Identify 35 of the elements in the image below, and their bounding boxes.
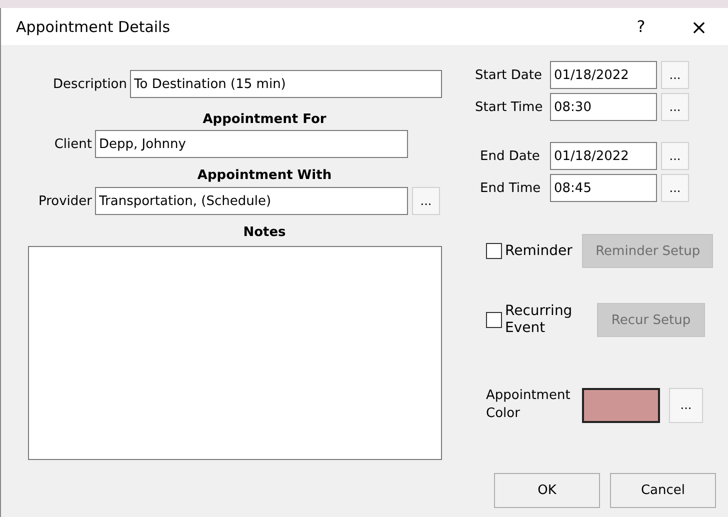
notes-field[interactable] [28,246,442,460]
color-picker-button[interactable]: ... [669,388,703,422]
dialog-button[interactable]: OK [494,473,600,508]
provider-field[interactable]: Transportation, (Schedule) [95,187,408,215]
picker-button[interactable]: ... [661,142,689,170]
checkbox[interactable] [486,243,502,259]
client-label: Client [53,136,93,152]
date-time-label: End Date [479,148,541,164]
client-field[interactable]: Depp, Johnny [95,130,408,158]
date-time-label: Start Time [475,100,544,114]
date-time-field[interactable]: 01/18/2022 [550,142,657,170]
date-time-field[interactable]: 08:30 [550,93,657,121]
close-button[interactable]: × [670,8,728,45]
picker-button[interactable]: ... [661,174,689,202]
dialog-button[interactable]: Cancel [610,473,716,508]
checkbox[interactable] [486,312,502,328]
color-swatch[interactable] [582,388,660,422]
picker-button[interactable]: ... [661,93,689,121]
date-time-field[interactable]: 01/18/2022 [550,61,657,89]
description-field[interactable]: To Destination (15 min) [130,70,442,98]
date-time-field[interactable]: 08:45 [550,174,657,202]
description-label: Description [52,76,128,92]
checkbox-label: Reminder [505,243,572,259]
help-button[interactable]: ? [612,8,670,45]
window-title: Appointment Details [16,18,172,36]
browse-button[interactable]: ... [412,187,440,215]
notes-heading: Notes [242,225,287,242]
checkbox-label: Recurring Event [505,303,574,337]
color-label: Appointment Color [486,387,572,423]
section-heading: Appointment For [202,112,328,129]
date-time-label: End Time [479,180,542,196]
date-time-label: Start Date [475,68,543,82]
provider-label: Provider [37,194,93,208]
picker-button[interactable]: ... [661,61,689,89]
section-heading: Appointment With [196,168,333,185]
